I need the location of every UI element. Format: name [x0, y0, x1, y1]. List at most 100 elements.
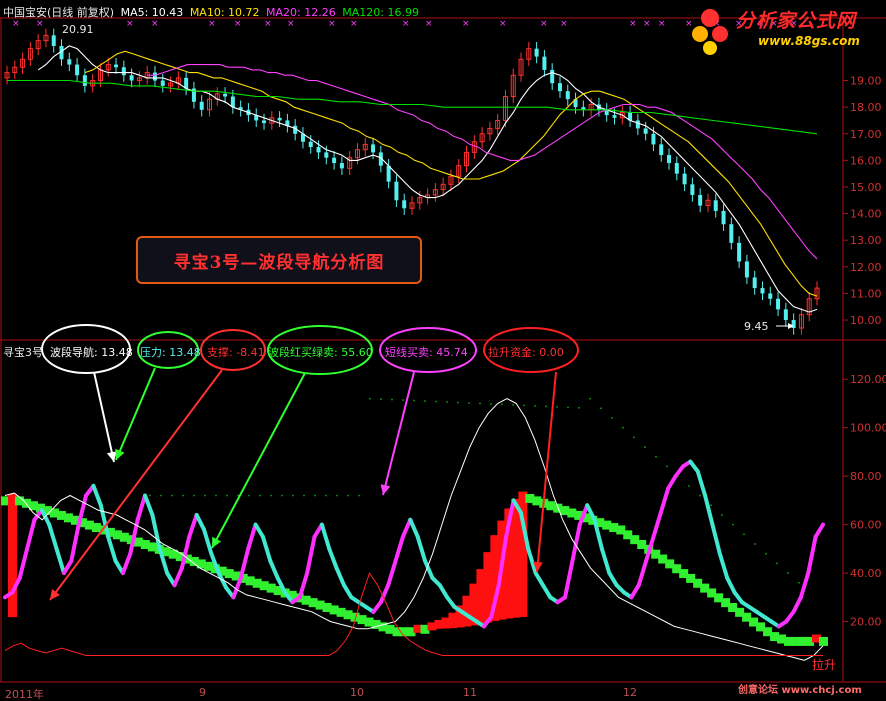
candle-body-down: [129, 75, 134, 81]
short-line-seg: [703, 493, 715, 527]
header-bar: 中国宝安(日线 前复权) MA5: 10.43 MA10: 10.72 MA20…: [3, 4, 419, 20]
indicator-label-support: 支撑: -8.41: [207, 346, 265, 359]
candle-body-down: [114, 64, 119, 68]
pressure-dot: [567, 406, 569, 409]
candle-body-down: [402, 200, 407, 209]
pressure-dot: [644, 446, 646, 448]
short-line-seg: [69, 522, 81, 563]
short-line-seg: [570, 522, 582, 563]
short-line-seg: [246, 522, 258, 551]
short-line-seg: [563, 558, 575, 600]
short-line-seg: [526, 546, 538, 576]
pressure-dot: [171, 494, 173, 497]
candle-body-down: [75, 64, 80, 76]
time-label-3: 11: [463, 686, 477, 699]
high-price-label: 20.91: [62, 23, 94, 36]
candle-body-down: [768, 293, 773, 299]
candle-body-down: [783, 309, 788, 321]
short-line-seg: [135, 493, 148, 522]
chart-window: { "header": { "stock_label": "中国宝安(日线 前复…: [0, 0, 886, 701]
candle-body-down: [659, 144, 664, 156]
pressure-dot: [457, 401, 459, 404]
pressure-dot: [666, 465, 668, 468]
price-tick-label-2: 12.00: [850, 261, 882, 274]
pressure-dot: [490, 403, 492, 405]
short-line-seg: [143, 493, 155, 517]
pressure-dot: [798, 581, 800, 584]
callout-arrowhead-0: [106, 451, 117, 462]
candle-body-down: [121, 67, 126, 76]
short-line-seg: [194, 512, 206, 532]
candle-body-down: [542, 56, 547, 70]
pressure-dot: [182, 494, 184, 497]
signal-star-10: ×: [402, 19, 410, 29]
pressure-dot: [688, 484, 690, 487]
candle-body-down: [682, 173, 687, 185]
short-line-seg: [540, 583, 553, 600]
price-tick-label-3: 13.00: [850, 234, 882, 247]
short-line-seg: [334, 566, 346, 588]
short-line-seg: [120, 551, 133, 576]
pressure-dot: [468, 402, 470, 404]
indicator-name: 寻宝3号: [3, 346, 43, 359]
pressure-dot: [369, 397, 371, 400]
price-tick-label-7: 17.00: [850, 128, 882, 141]
short-line-seg: [599, 546, 612, 576]
signal-star-2: ×: [126, 19, 134, 29]
signal-star-3: ×: [151, 19, 159, 29]
signal-star-13: ×: [499, 19, 507, 29]
candle-body-down: [557, 83, 562, 92]
pressure-dot: [479, 402, 481, 405]
ind-tick-label-1: 40.00: [850, 567, 882, 580]
short-line-seg: [533, 571, 545, 588]
logo-text: 分析家公式网: [736, 10, 857, 32]
ma120-readout: MA120: 16.99: [342, 6, 419, 19]
pressure-dot: [149, 494, 151, 497]
pressure-dot: [424, 400, 426, 402]
candle-body-down: [643, 128, 648, 134]
short-line-seg: [393, 534, 405, 563]
pressure-dot: [336, 494, 338, 497]
candle-body-down: [776, 298, 781, 310]
pressure-dot: [578, 406, 580, 409]
candle-body-down: [324, 152, 329, 158]
candle-body-down: [386, 165, 391, 182]
pressure-dot: [402, 399, 404, 401]
pressure-dot: [710, 504, 712, 507]
pressure-dot: [292, 494, 294, 497]
time-label-4: 12: [623, 686, 637, 699]
short-line-seg: [327, 546, 339, 571]
candle-body-down: [698, 194, 703, 206]
candle-body-down: [160, 80, 165, 86]
band-block: [7, 493, 17, 618]
pressure-dot: [754, 543, 756, 545]
signal-star-15: ×: [560, 19, 568, 29]
candle-body-down: [550, 69, 555, 84]
ma-line-3: [7, 79, 818, 135]
signal-star-8: ×: [328, 19, 336, 29]
candle-body-down: [744, 261, 749, 278]
candle-body-down: [308, 141, 313, 148]
pressure-dot: [314, 494, 316, 497]
pressure-dot: [380, 398, 382, 400]
pressure-dot: [248, 494, 250, 497]
candle-body-down: [339, 163, 344, 169]
ma5-readout: MA5: 10.43: [120, 6, 184, 19]
candle-body-down: [667, 155, 672, 164]
indicator-label-nav: 波段导航: 13.48: [50, 346, 133, 359]
short-line-seg: [47, 522, 59, 551]
ind-tick-label-4: 100.00: [850, 422, 886, 435]
candle-body-down: [737, 242, 742, 262]
callout-arrowhead-2: [50, 589, 60, 600]
short-line-seg: [341, 583, 354, 600]
short-line-seg: [651, 510, 663, 539]
short-line-seg: [415, 534, 428, 563]
candle-body-down: [651, 133, 656, 145]
indicator-label-capital: 拉升资金: 0.00: [488, 346, 564, 359]
time-label-2: 10: [350, 686, 364, 699]
pressure-dot: [215, 494, 217, 497]
ind-tick-label-2: 60.00: [850, 519, 882, 532]
pressure-dot: [699, 494, 701, 497]
pressure-dot: [765, 552, 767, 555]
candle-body-down: [752, 277, 757, 289]
